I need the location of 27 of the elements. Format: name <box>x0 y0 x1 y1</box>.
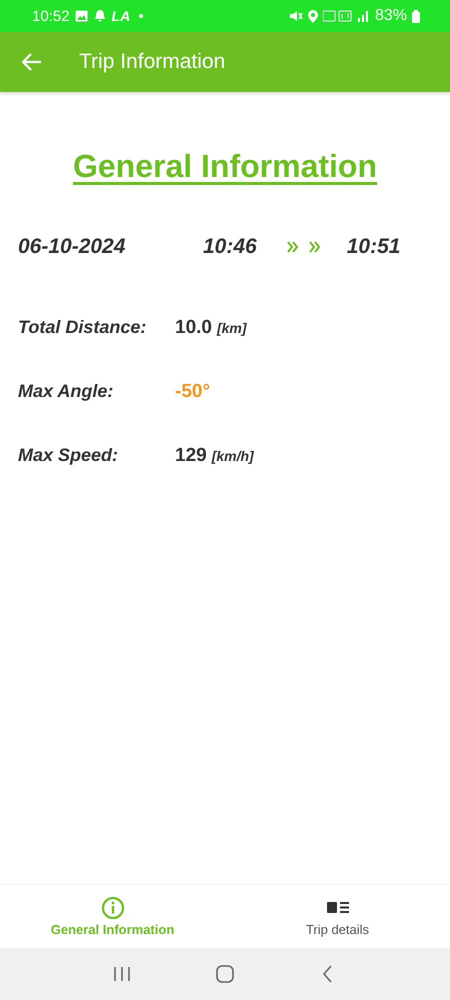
dot-icon <box>139 14 144 18</box>
stat-label: Total Distance: <box>18 317 148 338</box>
stat-value: 10.0 <box>175 317 212 339</box>
location-icon <box>308 10 318 22</box>
stat-label: Max Speed: <box>18 445 120 466</box>
recent-apps-icon[interactable] <box>112 965 132 983</box>
image-icon <box>74 10 88 22</box>
stat-value: 129 <box>175 445 207 467</box>
stat-unit: [km/h] <box>212 448 254 464</box>
section-heading: General Information <box>72 148 378 185</box>
end-time: 10:51 <box>346 235 400 259</box>
screen-title: Trip Information <box>79 50 226 74</box>
battery-icon <box>412 10 420 22</box>
home-icon[interactable] <box>214 965 235 983</box>
stat-unit: [km] <box>216 320 247 336</box>
start-time: 10:46 <box>203 235 257 259</box>
trip-date: 06-10-2024 <box>18 235 126 259</box>
mute-icon <box>288 10 303 22</box>
app-label: LA <box>112 8 130 24</box>
info-icon <box>100 896 124 920</box>
battery-level: 83% <box>374 7 407 25</box>
double-chevron-icon <box>286 240 321 254</box>
notification-icon <box>92 9 107 23</box>
status-time: 10:52 <box>32 8 70 24</box>
stat-label: Max Angle: <box>18 381 114 402</box>
stat-value: -50° <box>175 381 210 403</box>
signal-icon <box>358 10 370 22</box>
